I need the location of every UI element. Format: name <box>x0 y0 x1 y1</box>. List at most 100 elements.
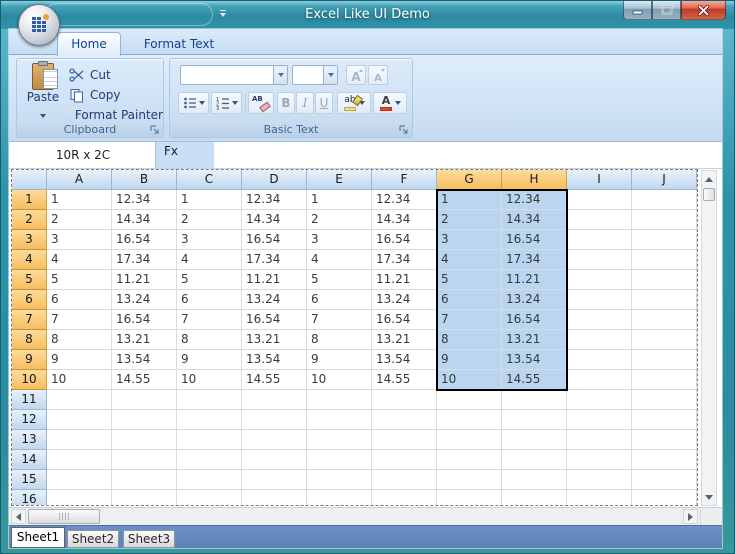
vertical-scrollbar[interactable] <box>701 170 717 506</box>
cell-c7[interactable]: 7 <box>177 310 242 330</box>
cell-d10[interactable]: 14.55 <box>242 370 307 390</box>
font-family-combobox[interactable] <box>180 65 288 85</box>
cell-d16[interactable] <box>242 490 307 506</box>
cell-a5[interactable]: 5 <box>47 270 112 290</box>
cell-i5[interactable] <box>567 270 632 290</box>
cell-g5[interactable]: 5 <box>437 270 502 290</box>
cell-f6[interactable]: 13.24 <box>372 290 437 310</box>
cell-a3[interactable]: 3 <box>47 230 112 250</box>
cell-h8[interactable]: 13.21 <box>502 330 567 350</box>
row-header-5[interactable]: 5 <box>12 270 47 290</box>
cell-c6[interactable]: 6 <box>177 290 242 310</box>
row-header-6[interactable]: 6 <box>12 290 47 310</box>
cell-j1[interactable] <box>632 190 697 210</box>
col-header-h[interactable]: H <box>502 170 567 190</box>
cell-d12[interactable] <box>242 410 307 430</box>
row-header-11[interactable]: 11 <box>12 390 47 410</box>
cell-d15[interactable] <box>242 470 307 490</box>
numbered-list-dropdown-icon[interactable] <box>232 101 238 105</box>
select-all-corner[interactable] <box>12 170 47 190</box>
cell-h9[interactable]: 13.54 <box>502 350 567 370</box>
row-header-1[interactable]: 1 <box>12 190 47 210</box>
cell-c10[interactable]: 10 <box>177 370 242 390</box>
cell-c13[interactable] <box>177 430 242 450</box>
cell-h7[interactable]: 16.54 <box>502 310 567 330</box>
cell-b13[interactable] <box>112 430 177 450</box>
close-button[interactable] <box>681 1 726 20</box>
row-header-4[interactable]: 4 <box>12 250 47 270</box>
minimize-button[interactable] <box>623 1 652 20</box>
cell-a11[interactable] <box>47 390 112 410</box>
scroll-left-button[interactable] <box>11 509 26 524</box>
cell-j6[interactable] <box>632 290 697 310</box>
cell-i11[interactable] <box>567 390 632 410</box>
row-header-3[interactable]: 3 <box>12 230 47 250</box>
cell-g8[interactable]: 8 <box>437 330 502 350</box>
formula-input[interactable] <box>214 142 722 168</box>
cell-e14[interactable] <box>307 450 372 470</box>
cell-h12[interactable] <box>502 410 567 430</box>
cell-a1[interactable]: 1 <box>47 190 112 210</box>
cell-c16[interactable] <box>177 490 242 506</box>
cell-d7[interactable]: 16.54 <box>242 310 307 330</box>
cell-b11[interactable] <box>112 390 177 410</box>
cell-f7[interactable]: 16.54 <box>372 310 437 330</box>
cell-f16[interactable] <box>372 490 437 506</box>
col-header-i[interactable]: I <box>567 170 632 190</box>
cell-b6[interactable]: 13.24 <box>112 290 177 310</box>
cell-e8[interactable]: 8 <box>307 330 372 350</box>
maximize-button[interactable] <box>652 1 681 20</box>
col-header-b[interactable]: B <box>112 170 177 190</box>
cell-b12[interactable] <box>112 410 177 430</box>
row-header-7[interactable]: 7 <box>12 310 47 330</box>
scroll-down-button[interactable] <box>703 490 715 504</box>
font-size-combobox[interactable] <box>292 65 338 85</box>
cell-f1[interactable]: 12.34 <box>372 190 437 210</box>
cell-b3[interactable]: 16.54 <box>112 230 177 250</box>
shrink-font-button[interactable]: A <box>368 65 388 85</box>
highlight-button[interactable]: ab <box>337 92 371 114</box>
cell-g13[interactable] <box>437 430 502 450</box>
cell-c12[interactable] <box>177 410 242 430</box>
cut-button[interactable]: Cut <box>67 65 163 85</box>
cell-g4[interactable]: 4 <box>437 250 502 270</box>
cell-i3[interactable] <box>567 230 632 250</box>
cell-b16[interactable] <box>112 490 177 506</box>
cell-b7[interactable]: 16.54 <box>112 310 177 330</box>
cell-h11[interactable] <box>502 390 567 410</box>
cell-a2[interactable]: 2 <box>47 210 112 230</box>
numbered-list-button[interactable]: 1 2 3 <box>211 92 242 114</box>
cell-e1[interactable]: 1 <box>307 190 372 210</box>
cell-b4[interactable]: 17.34 <box>112 250 177 270</box>
cell-f10[interactable]: 14.55 <box>372 370 437 390</box>
cell-h16[interactable] <box>502 490 567 506</box>
font-color-dropdown-icon[interactable] <box>395 101 401 105</box>
cell-g3[interactable]: 3 <box>437 230 502 250</box>
grow-font-button[interactable]: A <box>346 65 366 85</box>
cell-b2[interactable]: 14.34 <box>112 210 177 230</box>
copy-button[interactable]: Copy <box>67 85 163 105</box>
cell-i16[interactable] <box>567 490 632 506</box>
cell-e10[interactable]: 10 <box>307 370 372 390</box>
cell-b10[interactable]: 14.55 <box>112 370 177 390</box>
cell-a14[interactable] <box>47 450 112 470</box>
cell-f15[interactable] <box>372 470 437 490</box>
cell-i13[interactable] <box>567 430 632 450</box>
row-header-10[interactable]: 10 <box>12 370 47 390</box>
cell-e15[interactable] <box>307 470 372 490</box>
scroll-right-button[interactable] <box>683 509 698 524</box>
cell-g9[interactable]: 9 <box>437 350 502 370</box>
cell-g14[interactable] <box>437 450 502 470</box>
cell-b8[interactable]: 13.21 <box>112 330 177 350</box>
cell-f11[interactable] <box>372 390 437 410</box>
row-header-16[interactable]: 16 <box>12 490 47 506</box>
cell-e6[interactable]: 6 <box>307 290 372 310</box>
cell-i10[interactable] <box>567 370 632 390</box>
cell-b9[interactable]: 13.54 <box>112 350 177 370</box>
cell-g11[interactable] <box>437 390 502 410</box>
clear-formatting-button[interactable]: AB <box>248 92 274 114</box>
cell-j8[interactable] <box>632 330 697 350</box>
cell-e13[interactable] <box>307 430 372 450</box>
cell-e7[interactable]: 7 <box>307 310 372 330</box>
cell-i12[interactable] <box>567 410 632 430</box>
